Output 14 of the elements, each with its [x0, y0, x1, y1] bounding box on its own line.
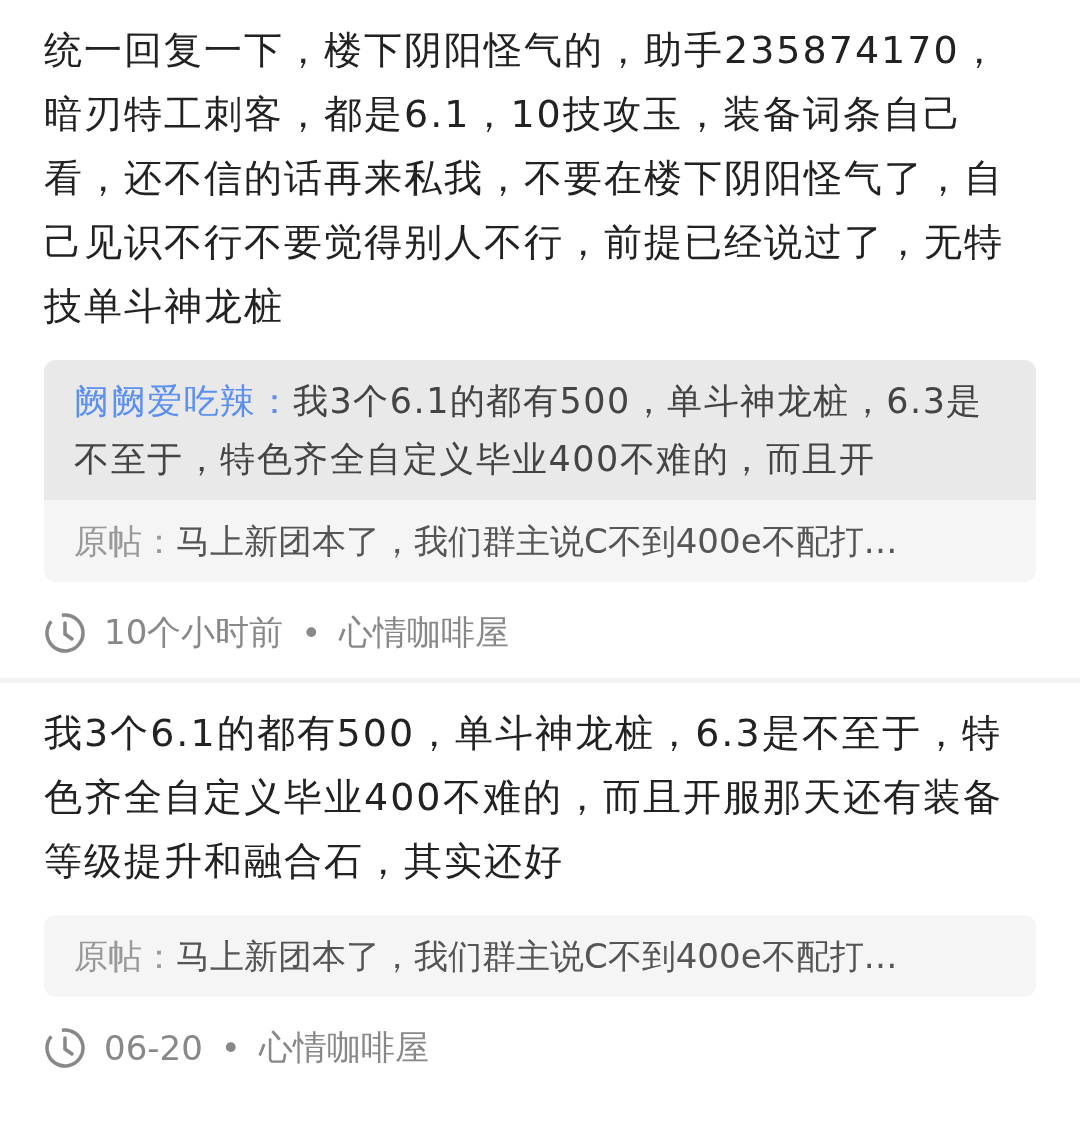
- post-text: 统一回复一下，楼下阴阳怪气的，助手235874170，暗刃特工刺客，都是6.1，10技攻玉，装备词条自己看，还不信的话再来私我，不要在楼下阴阳怪气了，自己见识不行不要觉得别人不行，前提已经说过了，无特技单斗神龙桩: [44, 27, 1005, 330]
- forum-name[interactable]: 心情咖啡屋: [339, 610, 510, 656]
- post-time: 06-20: [104, 1028, 203, 1068]
- separator-dot: •: [301, 613, 322, 653]
- clock-icon: [44, 1027, 86, 1069]
- original-post-text[interactable]: 原帖：马上新团本了，我们群主说C不到400e不配打…: [44, 915, 1036, 997]
- forum-name[interactable]: 心情咖啡屋: [258, 1025, 429, 1071]
- clock-icon: [44, 612, 86, 654]
- post-time: 10个小时前: [104, 611, 284, 654]
- separator-dot: •: [220, 1028, 241, 1068]
- username-link[interactable]: 阙阙爱吃辣：: [74, 381, 293, 421]
- post-text: 我3个6.1的都有500，单斗神龙桩，6.3是不至于，特色齐全自定义毕业400不难的，而且开服那天还有装备等级提升和融合石，其实还好: [44, 710, 1004, 885]
- original-post-text[interactable]: 原帖：马上新团本了，我们群主说C不到400e不配打…: [44, 500, 1036, 582]
- reply-quote-text: 阙阙爱吃辣：我3个6.1的都有500，单斗神龙桩，6.3是不至于，特色齐全自定义毕业400不难的，而且开: [74, 380, 984, 481]
